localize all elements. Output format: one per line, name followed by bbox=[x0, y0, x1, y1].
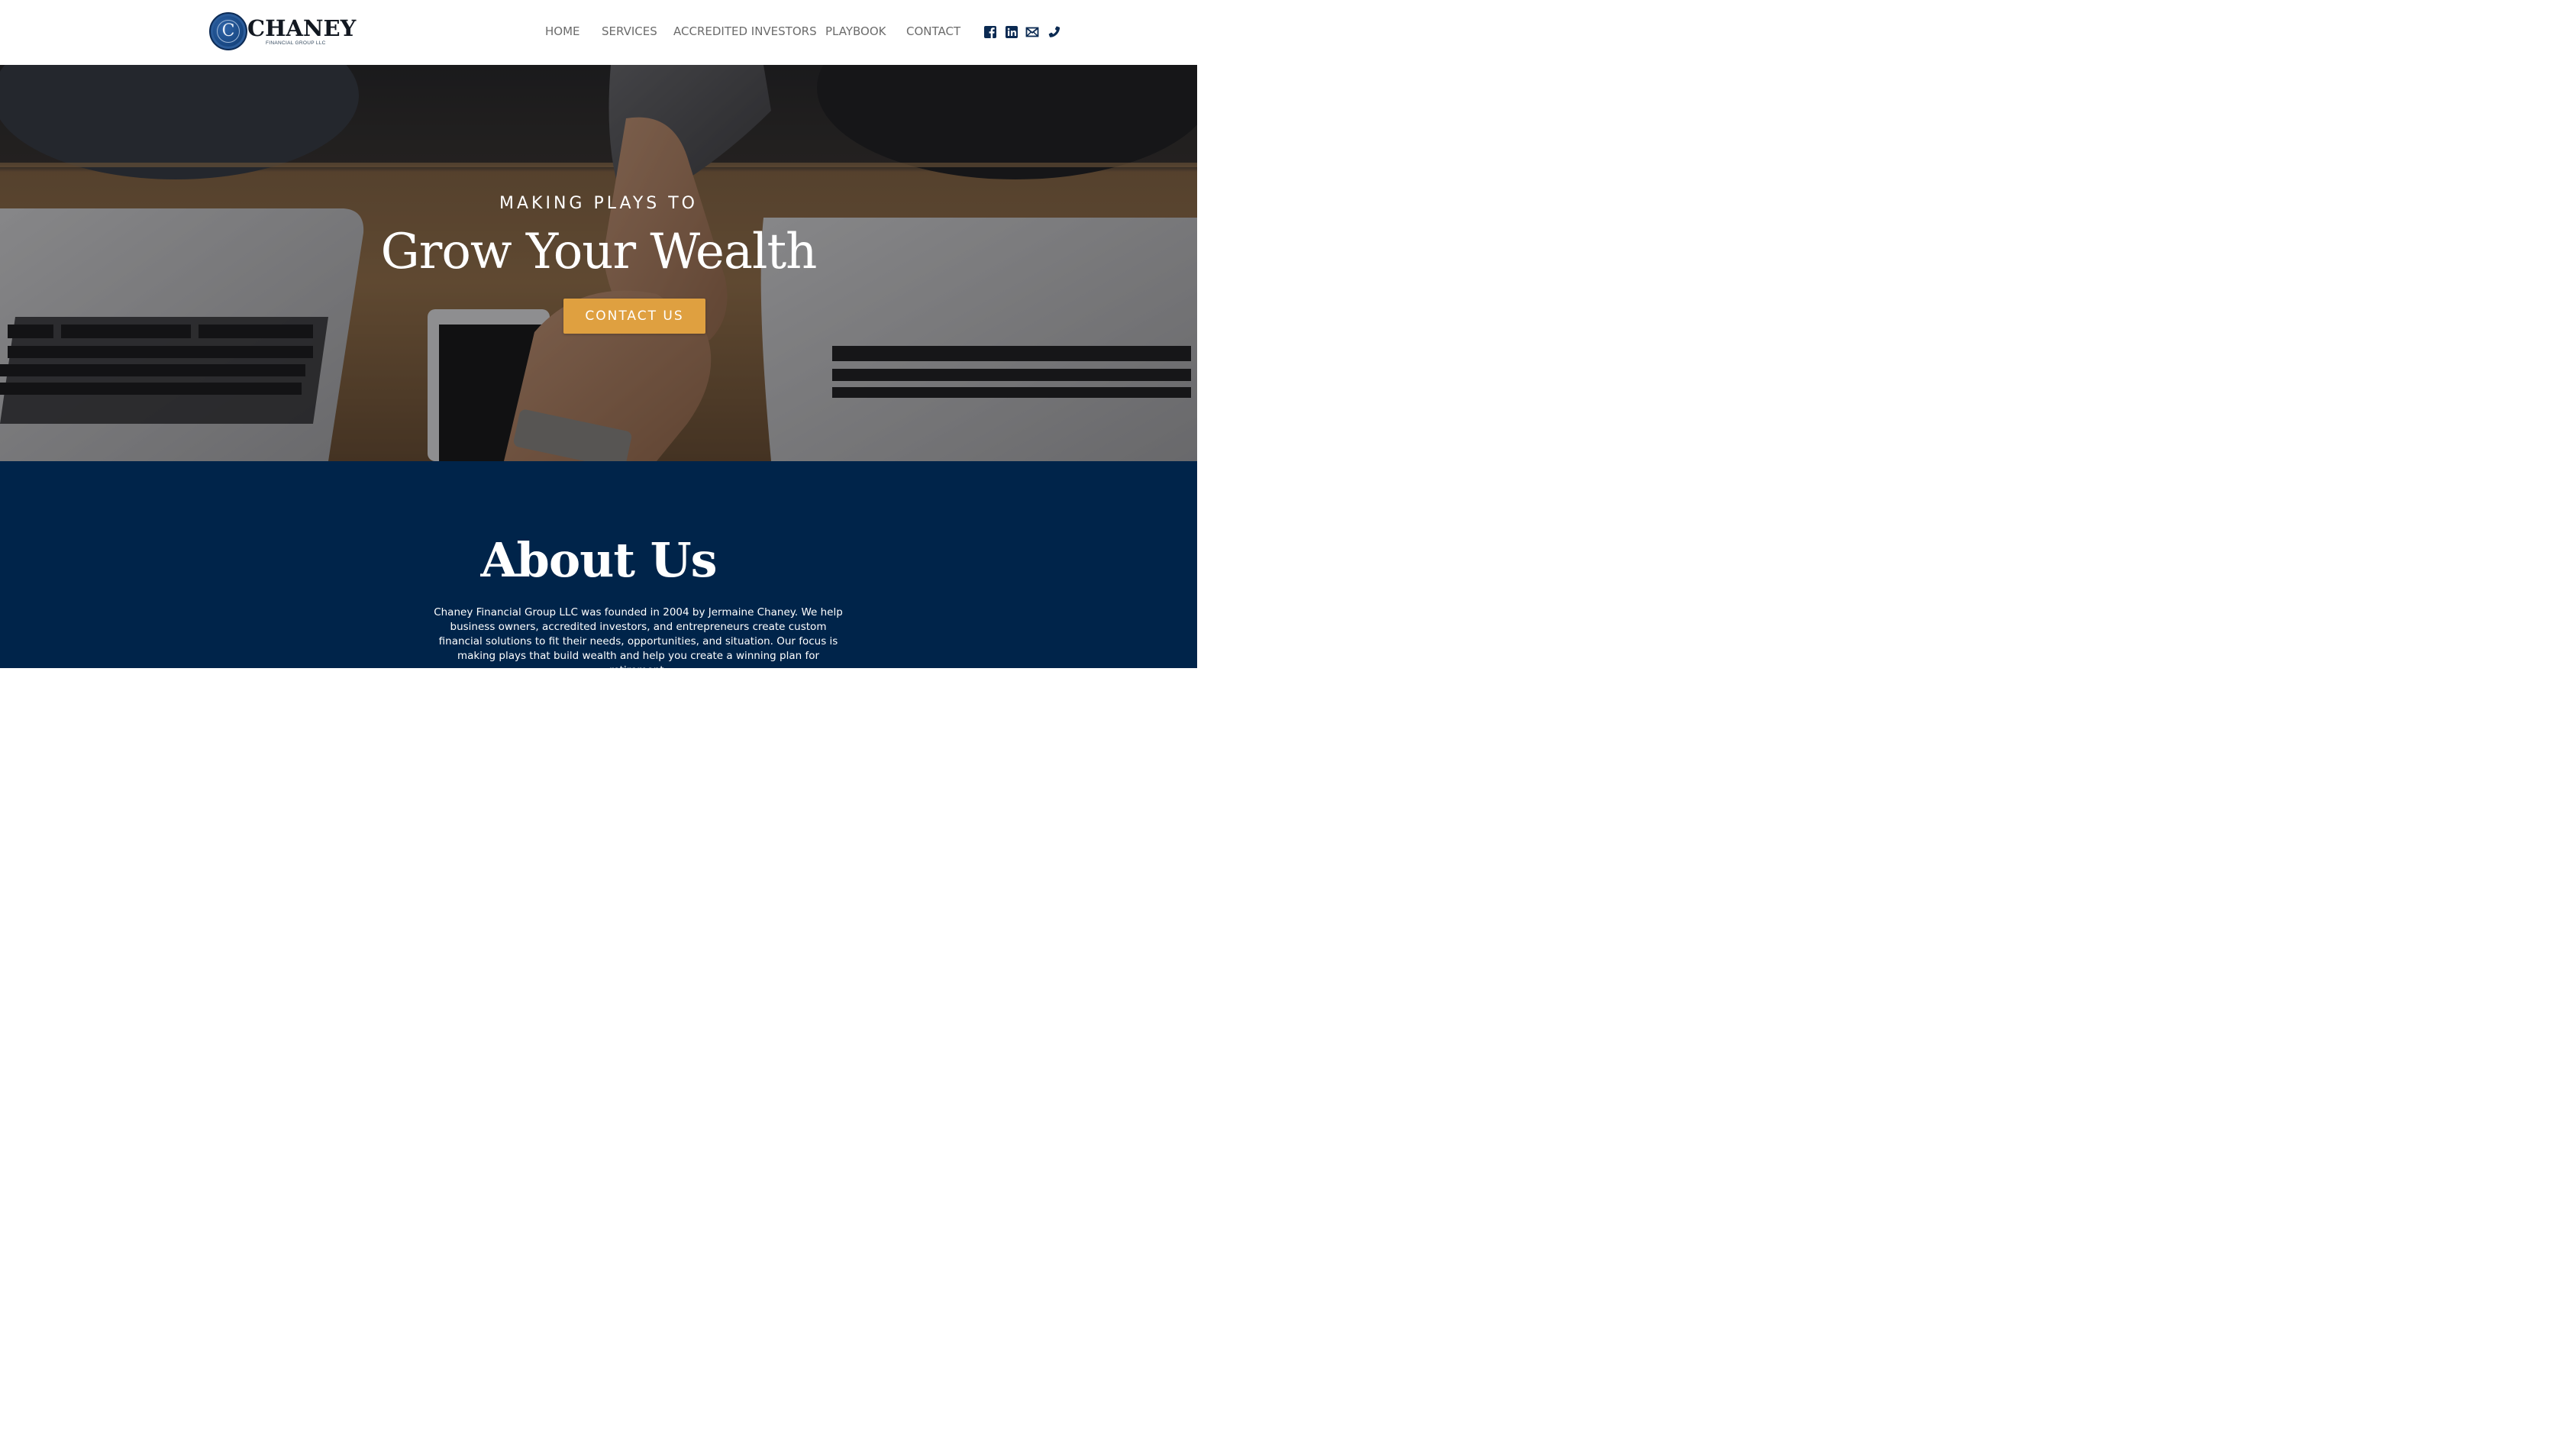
hero-kicker: MAKING PLAYS TO bbox=[499, 194, 698, 213]
mail-icon[interactable] bbox=[1025, 25, 1039, 39]
logo-wordmark: CHANEY bbox=[247, 15, 357, 41]
hero-title: Grow Your Wealth bbox=[380, 224, 818, 280]
about-description: Chaney Financial Group LLC was founded i… bbox=[434, 606, 843, 677]
nav-link-contact[interactable]: CONTACT bbox=[906, 24, 960, 39]
phone-icon[interactable] bbox=[1047, 25, 1060, 39]
logo-seal-icon: C bbox=[209, 12, 247, 50]
nav-link-home[interactable]: HOME bbox=[545, 24, 580, 39]
nav-link-accredited-investors[interactable]: ACCREDITED INVESTORS bbox=[673, 24, 817, 39]
contact-us-button[interactable]: CONTACT US bbox=[563, 299, 705, 334]
facebook-icon[interactable] bbox=[983, 25, 997, 39]
about-section: About Us Chaney Financial Group LLC was … bbox=[0, 461, 1197, 677]
about-title: About Us bbox=[480, 532, 717, 588]
hero-banner: MAKING PLAYS TO Grow Your Wealth CONTACT… bbox=[0, 65, 1197, 461]
logo-subtitle: FINANCIAL GROUP LLC bbox=[266, 40, 326, 46]
nav-link-services[interactable]: SERVICES bbox=[602, 24, 657, 39]
brand-logo[interactable]: C CHANEY FINANCIAL GROUP LLC bbox=[209, 12, 357, 52]
linkedin-icon[interactable] bbox=[1005, 25, 1018, 39]
nav-link-playbook[interactable]: PLAYBOOK bbox=[825, 24, 886, 39]
logo-seal-letter: C bbox=[217, 20, 240, 43]
site-header: C CHANEY FINANCIAL GROUP LLC HOME SERVIC… bbox=[0, 0, 1197, 65]
